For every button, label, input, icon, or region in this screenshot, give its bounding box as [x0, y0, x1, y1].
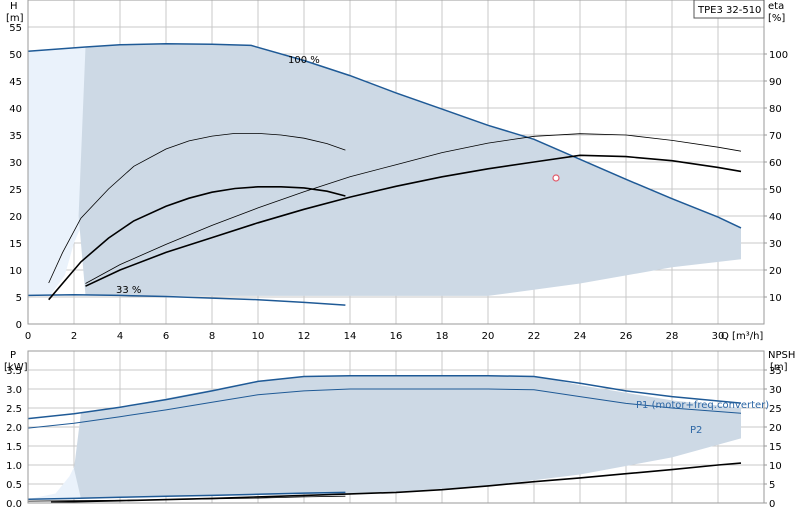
lower-y-left-tick-label: 2.5 [6, 404, 22, 415]
head-axis-label: H [10, 1, 18, 12]
upper-y-right-tick-label: 70 [769, 131, 782, 142]
p1-series-label: P1 (motor+freq.converter) [636, 400, 769, 411]
lower-y-left-tick-label: 0.5 [6, 480, 22, 491]
upper-x-tick-label: 8 [209, 331, 215, 342]
upper-y-right-tick-label: 50 [769, 185, 782, 196]
curve-label-100: 100 % [288, 55, 320, 66]
upper-y-right-tick-label: 40 [769, 212, 782, 223]
lower-y-right-tick-label: 0 [769, 499, 775, 510]
upper-y-left-tick-label: 15 [9, 239, 22, 250]
upper-x-tick-label: 24 [574, 331, 587, 342]
upper-y-right-tick-label: 30 [769, 239, 782, 250]
lower-y-right-tick-label: 5 [769, 480, 775, 491]
model-label: TPE3 32-510 [697, 5, 761, 16]
lower-y-left-tick-label: 0.0 [6, 499, 22, 510]
p2-series-label: P2 [690, 425, 702, 436]
upper-x-tick-label: 10 [252, 331, 265, 342]
eta-axis-label: eta [768, 1, 784, 12]
operating-point-marker [552, 174, 560, 182]
upper-y-right-tick-label: 20 [769, 266, 782, 277]
upper-x-tick-label: 0 [25, 331, 31, 342]
lower-y-right-tick-label: 10 [769, 461, 782, 472]
upper-x-tick-label: 18 [436, 331, 449, 342]
upper-y-left-tick-label: 0 [16, 320, 22, 331]
upper-y-left-tick-label: 55 [9, 23, 22, 34]
upper-y-left-tick-label: 45 [9, 77, 22, 88]
upper-x-tick-label: 22 [528, 331, 541, 342]
eta-axis-unit: [%] [768, 13, 785, 24]
upper-x-tick-label: 6 [163, 331, 169, 342]
power-axis-label: P [10, 350, 16, 361]
upper-y-left-tick-label: 30 [9, 158, 22, 169]
upper-x-tick-label: 14 [344, 331, 357, 342]
lower-y-right-tick-label: 15 [769, 442, 782, 453]
upper-x-tick-label: 28 [666, 331, 679, 342]
lower-y-left-tick-label: 3.0 [6, 385, 22, 396]
upper-y-right-tick-label: 60 [769, 158, 782, 169]
upper-x-tick-label: 16 [390, 331, 403, 342]
upper-y-left-tick-label: 25 [9, 185, 22, 196]
pump-curve-chart: 0 2 4 6 8 10 12 14 16 18 20 22 24 26 28 300510152025303… [0, 0, 800, 520]
upper-y-right-tick-label: 80 [769, 104, 782, 115]
lower-y-left-tick-label: 2.0 [6, 423, 22, 434]
upper-y-left-tick-label: 50 [9, 50, 22, 61]
lower-y-right-tick-label: 20 [769, 423, 782, 434]
upper-x-tick-label: 2 [71, 331, 77, 342]
upper-x-tick-label: 4 [117, 331, 123, 342]
upper-y-left-tick-label: 10 [9, 266, 22, 277]
upper-y-right-tick-label: 90 [769, 77, 782, 88]
lower-y-right-tick-label: 25 [769, 404, 782, 415]
power-axis-unit: [kW] [4, 362, 28, 373]
upper-y-left-tick-label: 35 [9, 131, 22, 142]
head-axis-unit: [m] [6, 13, 24, 24]
upper-y-right-tick-label: 10 [769, 293, 782, 304]
flow-axis-label: Q [m³/h] [721, 331, 763, 342]
upper-y-left-tick-label: 5 [16, 293, 22, 304]
lower-y-left-tick-label: 1.5 [6, 442, 22, 453]
lower-y-left-tick-label: 1.0 [6, 461, 22, 472]
upper-x-tick-label: 12 [298, 331, 311, 342]
npsh-axis-unit: [m] [770, 362, 788, 373]
lower-y-right-tick-label: 30 [769, 385, 782, 396]
upper-x-tick-label: 20 [482, 331, 495, 342]
upper-y-left-tick-label: 40 [9, 104, 22, 115]
upper-y-right-tick-label: 100 [769, 50, 788, 61]
curve-label-33: 33 % [116, 285, 141, 296]
npsh-axis-label: NPSH [768, 350, 795, 361]
upper-x-tick-label: 26 [620, 331, 633, 342]
upper-y-left-tick-label: 20 [9, 212, 22, 223]
